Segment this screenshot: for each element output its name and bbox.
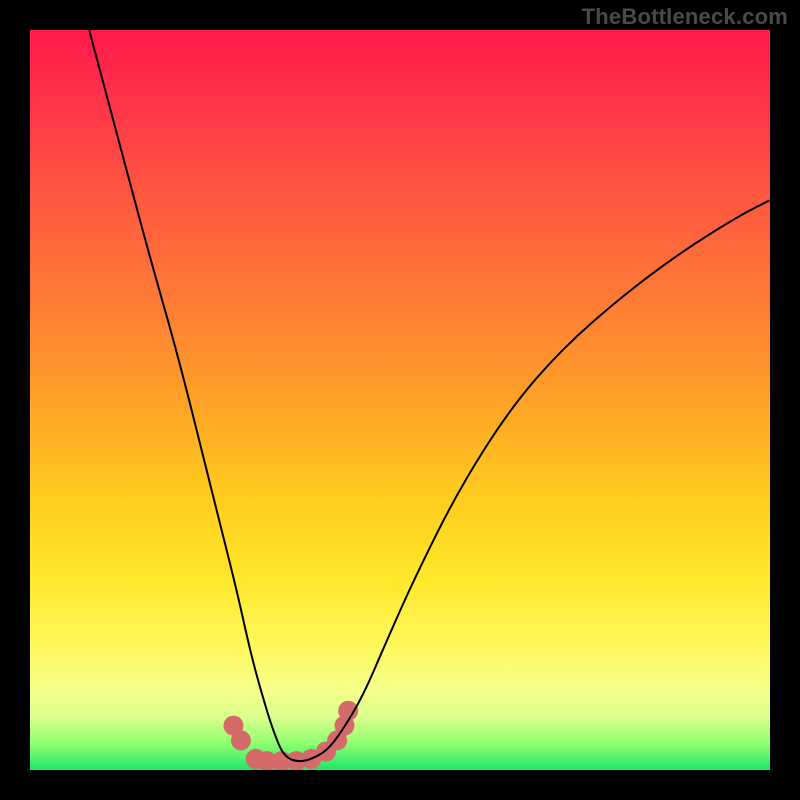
highlight-dot: [231, 730, 251, 750]
bottleneck-curve: [89, 30, 770, 761]
plot-area: [30, 30, 770, 770]
chart-frame: TheBottleneck.com: [0, 0, 800, 800]
curve-svg: [30, 30, 770, 770]
watermark-text: TheBottleneck.com: [582, 4, 788, 30]
